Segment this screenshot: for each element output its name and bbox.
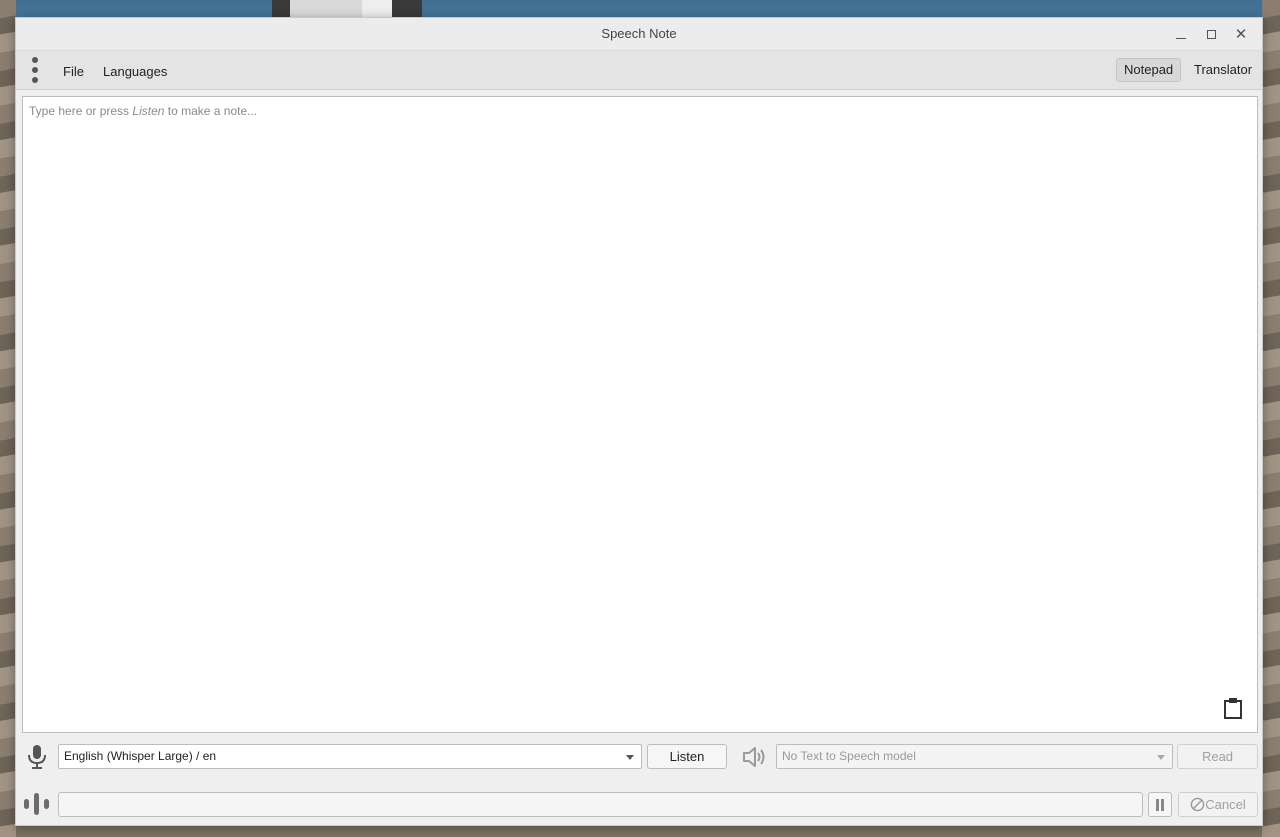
- stt-model-select[interactable]: English (Whisper Large) / en: [58, 744, 642, 769]
- chevron-down-icon: [1157, 755, 1165, 760]
- window-controls: ✕: [1168, 24, 1254, 44]
- window-title: Speech Note: [601, 26, 677, 41]
- maximize-button[interactable]: [1198, 24, 1224, 44]
- clipboard-icon[interactable]: [1223, 697, 1243, 719]
- cancel-icon: [1190, 797, 1205, 812]
- minimize-button[interactable]: [1168, 24, 1194, 44]
- tts-model-select[interactable]: No Text to Speech model: [776, 744, 1173, 769]
- maximize-icon: [1206, 29, 1216, 39]
- tab-notepad[interactable]: Notepad: [1116, 58, 1182, 82]
- cancel-label: Cancel: [1205, 797, 1246, 812]
- menu-file[interactable]: File: [63, 64, 84, 79]
- tts-model-value: No Text to Speech model: [782, 749, 916, 763]
- pause-icon: [1156, 799, 1164, 811]
- note-text-area[interactable]: Type here or press Listen to make a note…: [22, 96, 1258, 733]
- menu-languages[interactable]: Languages: [103, 64, 167, 79]
- audio-level-icon: [24, 793, 49, 815]
- note-placeholder: Type here or press Listen to make a note…: [29, 104, 258, 118]
- title-bar[interactable]: Speech Note ✕: [16, 18, 1262, 51]
- progress-bar: [58, 792, 1143, 817]
- minimize-icon: [1176, 37, 1186, 39]
- close-icon: ✕: [1234, 25, 1248, 43]
- app-window: Speech Note ✕ File Languages Notepad Tra…: [15, 17, 1263, 826]
- tab-translator[interactable]: Translator: [1187, 58, 1259, 82]
- status-row: Cancel: [16, 789, 1262, 817]
- menu-toolbar: File Languages Notepad Translator: [16, 51, 1262, 90]
- stt-model-value: English (Whisper Large) / en: [64, 749, 217, 763]
- kebab-menu-icon[interactable]: [28, 57, 42, 83]
- microphone-icon: [28, 745, 46, 769]
- cancel-button[interactable]: Cancel: [1178, 792, 1258, 817]
- speaker-icon: [743, 747, 765, 767]
- speech-controls-row: English (Whisper Large) / en Listen No T…: [16, 742, 1262, 770]
- pause-button[interactable]: [1148, 792, 1172, 817]
- read-button[interactable]: Read: [1177, 744, 1258, 769]
- close-button[interactable]: ✕: [1228, 24, 1254, 44]
- desktop-background-left: [0, 0, 16, 837]
- listen-button[interactable]: Listen: [647, 744, 727, 769]
- desktop-wallpaper-figure: [272, 0, 422, 18]
- chevron-down-icon: [626, 755, 634, 760]
- desktop-background-right: [1262, 0, 1280, 837]
